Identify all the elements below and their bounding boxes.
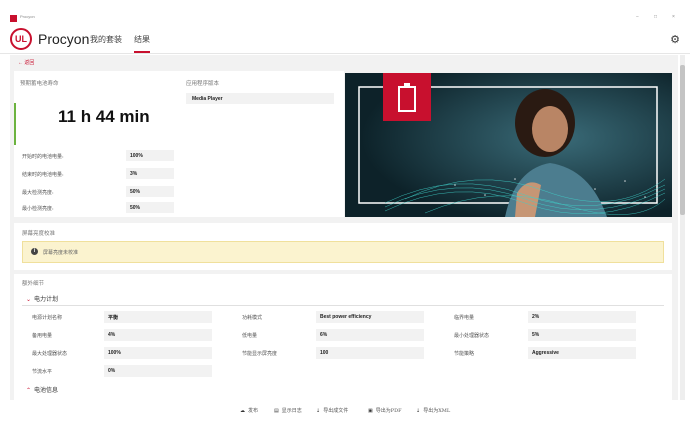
export-pdf-button[interactable]: ▣ 导出为PDF (368, 407, 402, 414)
back-link[interactable]: ← 返回 (18, 59, 34, 66)
throttle-level-value: 0% (104, 365, 212, 377)
start-charge-value: 100% (126, 150, 174, 161)
throttle-level-label: 节流水平 (32, 369, 53, 375)
version-card-title: 应用程序版本 (186, 81, 220, 87)
calibration-warning: i 屏幕亮度未校准 (22, 241, 664, 263)
reserve-level-label: 备用电量 (32, 333, 53, 339)
download-icon: ⤓ (316, 408, 321, 414)
saver-brightness-label: 节能显示屏亮度 (242, 351, 278, 357)
export-xml-button[interactable]: ⤓ 导出为XML (416, 407, 450, 414)
brightness-calibration-card: 屏幕亮度校准 i 屏幕亮度未校准 (14, 223, 672, 270)
low-level-value: 6% (316, 329, 424, 341)
divider (22, 305, 664, 306)
footer-toolbar: ☁ 发布 ▤ 显示日志 ⤓ 导出成文件 ▣ 导出为PDF ⤓ 导出为XML (0, 400, 690, 430)
max-brightness-label: 最大检测亮度: (22, 190, 54, 196)
app-version-card: 应用程序版本 Media Player (180, 71, 344, 217)
export-pdf-label: 导出为PDF (375, 408, 402, 414)
tab-my-suites[interactable]: 我的套装 (90, 34, 122, 45)
warning-text: 屏幕亮度未校准 (43, 250, 79, 256)
end-charge-value: 3% (126, 168, 174, 179)
details-card-title: 额外细节 (22, 281, 45, 287)
document-icon: ▤ (274, 408, 279, 414)
battery-life-value: 11 h 44 min (58, 107, 150, 126)
critical-level-label: 临界电量 (454, 315, 475, 321)
reserve-level-value: 4% (104, 329, 212, 341)
info-icon: i (31, 248, 38, 255)
export-file-label: 导出成文件 (323, 408, 349, 414)
extra-details-card: 额外细节 ⌄ 电力计划 电源计划名称 平衡 功耗模式 Best power eff… (14, 274, 672, 400)
brand-name: Procyon (38, 31, 90, 47)
saver-policy-value: Aggressive (528, 347, 636, 359)
hero-illustration (345, 73, 672, 217)
min-brightness-label: 最小检测亮度: (22, 206, 54, 212)
minimize-button[interactable]: − (636, 14, 639, 20)
export-xml-label: 导出为XML (423, 408, 451, 414)
publish-button[interactable]: ☁ 发布 (240, 407, 258, 414)
chevron-down-icon: ⌄ (26, 296, 32, 303)
close-button[interactable]: × (672, 14, 675, 20)
max-cpu-state-label: 最大处理器状态 (32, 351, 68, 357)
low-level-label: 低电量 (242, 333, 258, 339)
start-charge-label: 开始时的电池电量: (22, 154, 64, 160)
max-brightness-value: 50% (126, 186, 174, 197)
plan-name-value: 平衡 (104, 311, 212, 323)
power-plan-toggle[interactable]: ⌄ 电力计划 (26, 294, 58, 303)
battery-info-toggle[interactable]: ⌃ 电池信息 (26, 385, 58, 394)
battery-life-card: 预期蓄电池寿命 11 h 44 min 开始时的电池电量: 100% 结束时的电… (14, 71, 180, 217)
version-value: Media Player (186, 93, 334, 104)
download-icon: ⤓ (416, 408, 421, 414)
plan-name-label: 电源计划名称 (32, 315, 63, 321)
status-accent-bar (14, 103, 16, 145)
show-log-button[interactable]: ▤ 显示日志 (274, 407, 302, 414)
min-cpu-state-label: 最小处理器状态 (454, 333, 490, 339)
saver-policy-label: 节能策略 (454, 351, 475, 357)
brightness-card-title: 屏幕亮度校准 (22, 231, 56, 237)
app-header: UL Procyon 我的套装 结果 ⚙ (0, 26, 690, 54)
title-bar: Procyon − □ × (0, 0, 690, 22)
ul-logo: UL (10, 28, 32, 50)
hero-image (345, 73, 672, 217)
app-icon (10, 15, 17, 22)
critical-level-value: 2% (528, 311, 636, 323)
scrollbar-thumb[interactable] (680, 65, 685, 215)
export-file-button[interactable]: ⤓ 导出成文件 (316, 407, 348, 414)
cloud-icon: ☁ (240, 408, 245, 414)
show-log-label: 显示日志 (281, 408, 302, 414)
min-cpu-state-value: 5% (528, 329, 636, 341)
min-brightness-value: 50% (126, 202, 174, 213)
tab-results[interactable]: 结果 (134, 34, 150, 53)
chevron-up-icon: ⌃ (26, 387, 32, 394)
battery-info-heading: 电池信息 (34, 387, 59, 394)
maximize-button[interactable]: □ (654, 14, 657, 20)
save-icon: ▣ (368, 408, 373, 414)
gear-icon[interactable]: ⚙ (670, 33, 680, 46)
battery-card-title: 预期蓄电池寿命 (20, 81, 59, 87)
publish-label: 发布 (248, 408, 259, 414)
power-plan-heading: 电力计划 (34, 296, 59, 303)
results-panel: ← 返回 预期蓄电池寿命 11 h 44 min 开始时的电池电量: 100% … (10, 55, 678, 400)
vertical-scrollbar[interactable] (680, 55, 685, 400)
saver-brightness-value: 100 (316, 347, 424, 359)
max-cpu-state-value: 100% (104, 347, 212, 359)
power-mode-value: Best power efficiency (316, 311, 424, 323)
power-mode-label: 功耗模式 (242, 315, 263, 321)
end-charge-label: 结束时的电池电量: (22, 172, 64, 178)
window-title: Procyon (20, 14, 35, 19)
